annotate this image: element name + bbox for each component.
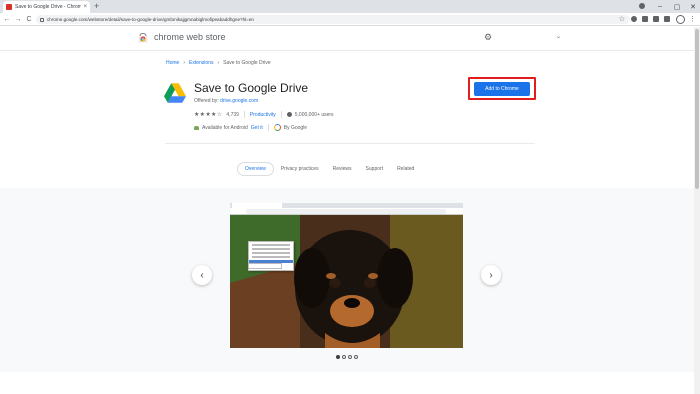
tab-privacy-practices[interactable]: Privacy practices: [274, 163, 326, 175]
google-g-icon: [273, 124, 281, 131]
profile-indicator-icon[interactable]: [639, 3, 645, 9]
detail-tabs: Overview Privacy practices Reviews Suppo…: [237, 162, 421, 176]
meta-divider: [243, 111, 245, 118]
google-drive-logo-icon: [164, 83, 186, 103]
menu-line: [252, 248, 290, 250]
lock-icon: [40, 17, 44, 22]
breadcrumb-extensions-link[interactable]: Extensions: [189, 60, 213, 66]
offered-by-link[interactable]: drive.google.com: [220, 98, 258, 104]
gallery-dot[interactable]: [336, 355, 340, 359]
bookmark-star-icon[interactable]: ☆: [619, 15, 625, 24]
menu-line: [252, 244, 290, 246]
inner-browser-url: [246, 209, 446, 214]
settings-gear-icon[interactable]: ⚙: [484, 32, 492, 42]
store-name[interactable]: chrome web store: [154, 32, 226, 42]
offered-by: Offered by: drive.google.com: [194, 98, 258, 104]
users-icon: [286, 112, 292, 117]
gallery-dot[interactable]: [342, 355, 346, 359]
rating-count-link[interactable]: 4,739: [226, 112, 239, 118]
chrome-web-store-logo-icon[interactable]: [138, 33, 148, 43]
scrollbar-thumb[interactable]: [695, 29, 699, 189]
rating-stars: ★★★★☆: [194, 112, 223, 118]
chevron-down-icon[interactable]: ⌄: [556, 32, 561, 42]
extension-icon[interactable]: [631, 16, 637, 22]
forward-button[interactable]: →: [13, 13, 23, 26]
puppy-photo: [230, 203, 463, 348]
address-bar[interactable]: chrome.google.com/webstore/detail/save-t…: [36, 15, 630, 24]
breadcrumb-current: Save to Google Drive: [223, 60, 271, 66]
meta-divider: [267, 124, 269, 131]
user-count: 5,000,000+ users: [294, 111, 334, 118]
extension-icon[interactable]: [653, 16, 659, 22]
menu-line: [252, 252, 290, 254]
breadcrumb: Home › Extensions › Save to Google Drive: [166, 60, 271, 66]
extension-meta-row: ★★★★☆ 4,739 Productivity 5,000,000+ user…: [194, 111, 334, 118]
extension-icon[interactable]: [664, 16, 670, 22]
back-button[interactable]: ←: [2, 13, 12, 26]
breadcrumb-separator: ›: [183, 60, 186, 66]
android-icon: [194, 125, 199, 130]
tab-related[interactable]: Related: [390, 163, 421, 175]
close-window-button[interactable]: ✕: [684, 0, 700, 13]
profile-avatar-icon[interactable]: [676, 15, 685, 24]
favicon-icon: [6, 4, 12, 10]
section-divider: [165, 143, 535, 144]
menu-line: [252, 256, 290, 258]
store-header: [0, 27, 700, 51]
extension-meta-row-2: Available for Android Get it By Google: [194, 124, 307, 131]
by-google: By Google: [283, 124, 308, 131]
gallery-dot[interactable]: [354, 355, 358, 359]
extension-title: Save to Google Drive: [194, 81, 309, 95]
minimize-button[interactable]: –: [651, 0, 669, 13]
tab-title: Save to Google Drive - Chrome: [15, 4, 82, 10]
breadcrumb-home-link[interactable]: Home: [166, 60, 179, 66]
new-tab-button[interactable]: +: [94, 1, 99, 12]
gallery-screenshot: [230, 203, 463, 348]
browser-tab[interactable]: Save to Google Drive - Chrome ×: [3, 1, 90, 13]
tab-overview[interactable]: Overview: [237, 162, 274, 176]
category-link[interactable]: Productivity: [250, 112, 276, 118]
highlight-annotation-box: [468, 77, 536, 100]
gallery-next-button[interactable]: ›: [481, 265, 501, 285]
meta-divider: [280, 111, 282, 118]
context-menu-illustration-2: [248, 263, 282, 269]
gallery-prev-button[interactable]: ‹: [192, 265, 212, 285]
offered-by-label: Offered by:: [194, 98, 219, 104]
android-availability: Available for Android: [202, 124, 248, 131]
breadcrumb-separator: ›: [217, 60, 220, 66]
extension-icon[interactable]: [642, 16, 648, 22]
url-text: chrome.google.com/webstore/detail/save-t…: [47, 17, 254, 22]
tab-close-icon[interactable]: ×: [83, 4, 87, 10]
reload-button[interactable]: C: [24, 13, 34, 26]
gallery-dot[interactable]: [348, 355, 352, 359]
tab-support[interactable]: Support: [359, 163, 391, 175]
browser-menu-icon[interactable]: ⋮: [689, 13, 696, 26]
browser-tab-strip: [0, 0, 700, 13]
tab-reviews[interactable]: Reviews: [326, 163, 359, 175]
android-get-it-link[interactable]: Get it: [251, 125, 263, 131]
gallery-pagination: [336, 355, 360, 359]
